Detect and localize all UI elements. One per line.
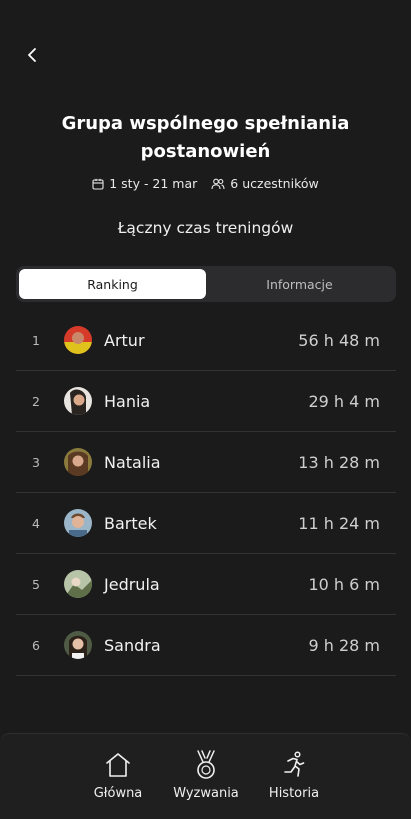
bottom-navigation: Główna Wyzwania Historia — [0, 733, 411, 819]
avatar — [64, 509, 92, 537]
tab-informacje[interactable]: Informacje — [206, 269, 393, 299]
rank-number: 5 — [32, 576, 40, 592]
participants-count: 6 uczestników — [211, 176, 319, 191]
home-icon — [106, 753, 130, 777]
date-range: 1 sty - 21 mar — [92, 176, 197, 191]
ranking-row[interactable]: 6 Sandra 9 h 28 m — [16, 615, 396, 676]
nav-label: Historia — [268, 786, 320, 801]
avatar — [64, 326, 92, 354]
avatar — [64, 448, 92, 476]
ranking-row[interactable]: 5 Jedrula 10 h 6 m — [16, 554, 396, 615]
nav-item-history[interactable]: Historia — [254, 750, 334, 801]
ranking-row[interactable]: 3 Natalia 13 h 28 m — [16, 432, 396, 493]
avatar — [64, 631, 92, 659]
rank-number: 6 — [32, 637, 40, 653]
ranking-row[interactable]: 2 Hania 29 h 4 m — [16, 371, 396, 432]
participants-text: 6 uczestników — [230, 176, 319, 191]
rank-number: 3 — [32, 454, 40, 470]
nav-label: Główna — [93, 786, 143, 801]
training-time: 11 h 24 m — [298, 513, 380, 533]
participant-name: Artur — [104, 330, 145, 350]
participant-name: Hania — [104, 391, 151, 411]
participant-name: Sandra — [104, 635, 161, 655]
ranking-row[interactable]: 1 Artur 56 h 48 m — [16, 310, 396, 371]
tab-ranking[interactable]: Ranking — [19, 269, 206, 299]
users-icon — [211, 178, 225, 189]
tab-bar: Ranking Informacje — [16, 266, 396, 302]
section-subtitle: Łączny czas treningów — [117, 219, 294, 237]
running-icon — [284, 751, 305, 777]
participant-name: Natalia — [104, 452, 161, 472]
rank-number: 4 — [32, 515, 40, 531]
nav-label: Wyzwania — [173, 786, 239, 801]
page-title: Grupa wspólnego spełniania postanowień — [61, 113, 350, 162]
avatar — [64, 570, 92, 598]
training-time: 29 h 4 m — [308, 391, 380, 411]
training-time: 56 h 48 m — [298, 330, 380, 350]
calendar-icon — [92, 178, 104, 190]
chevron-left-icon — [28, 48, 36, 62]
date-range-text: 1 sty - 21 mar — [109, 176, 198, 191]
training-time: 10 h 6 m — [308, 574, 380, 594]
participant-name: Bartek — [104, 513, 157, 533]
avatar — [64, 387, 92, 415]
medal-icon — [197, 750, 215, 779]
nav-item-home[interactable]: Główna — [78, 750, 158, 801]
back-button[interactable] — [18, 40, 48, 70]
ranking-list: 1 Artur 56 h 48 m 2 Hania 29 h 4 m 3 Nat… — [16, 310, 396, 676]
ranking-row[interactable]: 4 Bartek 11 h 24 m — [16, 493, 396, 554]
rank-number: 2 — [32, 393, 40, 409]
group-meta: 1 sty - 21 mar 6 uczestników — [0, 176, 411, 191]
participant-name: Jedrula — [104, 574, 160, 594]
nav-item-challenges[interactable]: Wyzwania — [166, 750, 246, 801]
training-time: 9 h 28 m — [308, 635, 380, 655]
rank-number: 1 — [32, 332, 40, 348]
training-time: 13 h 28 m — [298, 452, 380, 472]
